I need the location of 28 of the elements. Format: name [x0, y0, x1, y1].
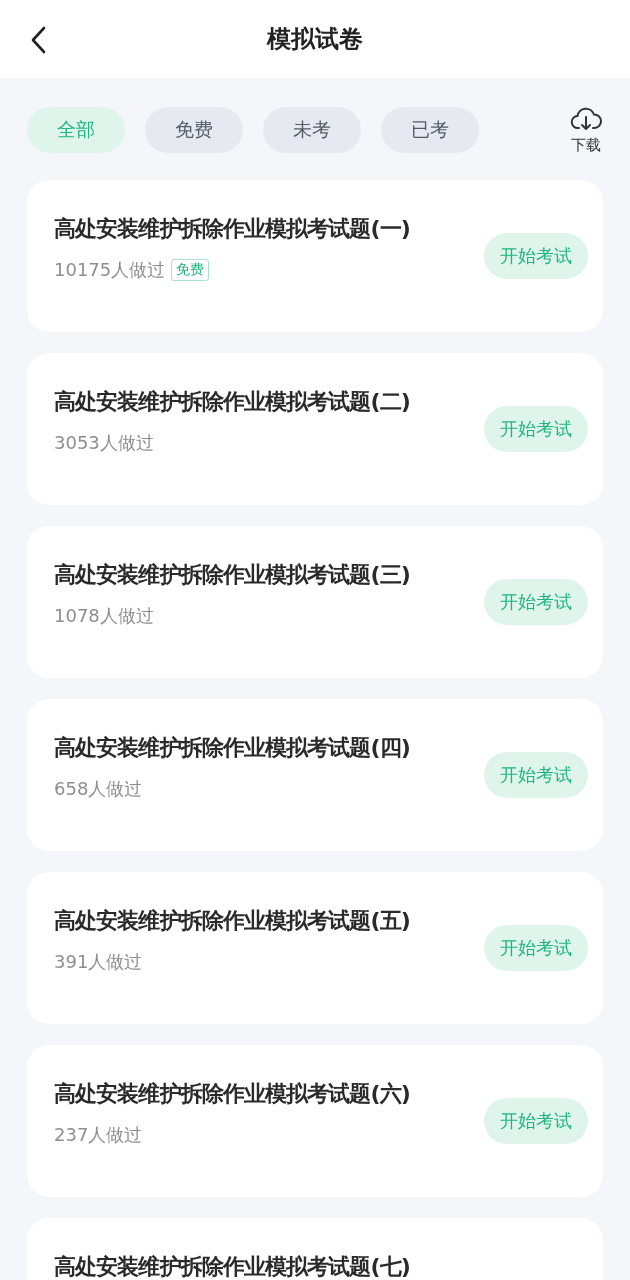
paper-title: 高处安装维护拆除作业模拟考试题(四) [54, 735, 411, 761]
paper-card[interactable]: 高处安装维护拆除作业模拟考试题(五) 391人做过 开始考试 [27, 872, 603, 1024]
paper-title: 高处安装维护拆除作业模拟考试题(五) [54, 908, 411, 934]
free-tag: 免费 [171, 259, 210, 281]
paper-card[interactable]: 高处安装维护拆除作业模拟考试题(一) 10175人做过 免费 开始考试 [27, 180, 603, 332]
paper-title: 高处安装维护拆除作业模拟考试题(二) [54, 389, 411, 415]
download-label[interactable]: 下载 [571, 135, 601, 155]
back-icon[interactable] [30, 26, 46, 54]
paper-title: 高处安装维护拆除作业模拟考试题(六) [54, 1081, 411, 1107]
taken-count: 3053人做过 [54, 431, 154, 455]
filter-tab[interactable]: 免费 [145, 107, 243, 153]
cloud-download-icon[interactable] [570, 105, 602, 132]
filter-tab[interactable]: 已考 [381, 107, 479, 153]
taken-count: 658人做过 [54, 777, 143, 801]
taken-count: 10175人做过 [54, 258, 166, 282]
page-title: 模拟试卷 [267, 24, 363, 55]
paper-card[interactable]: 高处安装维护拆除作业模拟考试题(三) 1078人做过 开始考试 [27, 526, 603, 678]
taken-count: 391人做过 [54, 950, 143, 974]
taken-count: 1078人做过 [54, 604, 154, 628]
paper-title: 高处安装维护拆除作业模拟考试题(七) [54, 1254, 411, 1280]
paper-card[interactable]: 高处安装维护拆除作业模拟考试题(七) [27, 1218, 603, 1280]
paper-title: 高处安装维护拆除作业模拟考试题(一) [54, 216, 411, 242]
paper-card[interactable]: 高处安装维护拆除作业模拟考试题(二) 3053人做过 开始考试 [27, 353, 603, 505]
paper-title: 高处安装维护拆除作业模拟考试题(三) [54, 562, 411, 588]
taken-count: 237人做过 [54, 1123, 143, 1147]
paper-card[interactable]: 高处安装维护拆除作业模拟考试题(四) 658人做过 开始考试 [27, 699, 603, 851]
filter-tab[interactable]: 未考 [263, 107, 361, 153]
paper-card[interactable]: 高处安装维护拆除作业模拟考试题(六) 237人做过 开始考试 [27, 1045, 603, 1197]
